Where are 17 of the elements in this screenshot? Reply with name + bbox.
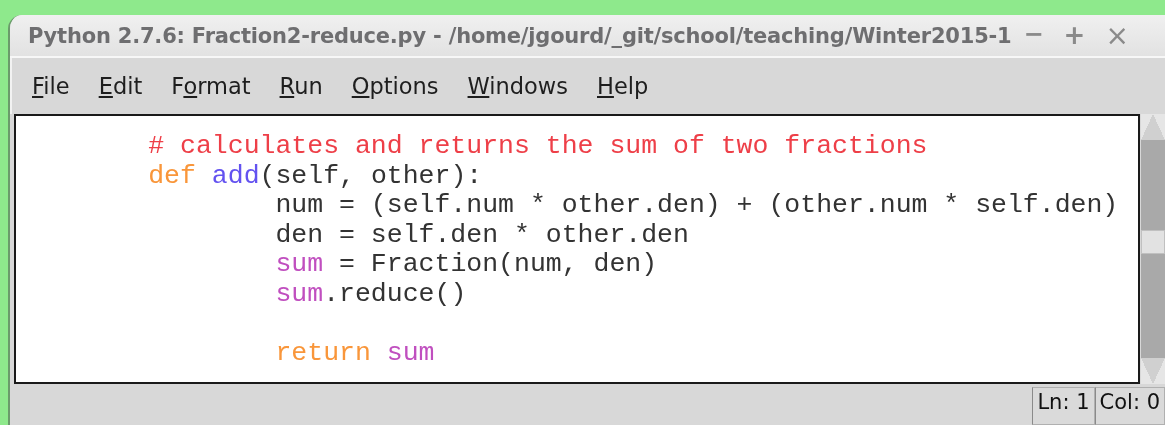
code-line: sum = Fraction(num, den) xyxy=(274,250,659,280)
window-title: Python 2.7.6: Fraction2-reduce.py - /home/jgourd/_git/school/teaching/Winter2015-1 xyxy=(28,23,1012,48)
menu-item[interactable]: Format xyxy=(171,73,251,99)
column-number-indicator: Col: 0 xyxy=(1094,387,1165,425)
line-number-indicator: Ln: 1 xyxy=(1032,387,1095,425)
code-line: den = self.den * other.den xyxy=(274,220,690,250)
code-line: num = (self.num * other.den) + (other.num * self.den) xyxy=(274,191,1120,221)
code-line: # calculates and returns the sum of two fractions xyxy=(147,132,929,162)
menu-item[interactable]: Run xyxy=(279,73,323,99)
menu-item[interactable]: Edit xyxy=(98,73,143,99)
code-line: sum.reduce() xyxy=(274,279,468,309)
menu-item[interactable]: Windows xyxy=(467,73,568,99)
code-line: return sum xyxy=(274,338,436,368)
menu-item[interactable]: Help xyxy=(597,73,649,99)
code-line: def add(self, other): xyxy=(147,161,484,191)
menu-item[interactable]: Options xyxy=(351,73,439,99)
menu-item[interactable]: File xyxy=(32,73,70,99)
